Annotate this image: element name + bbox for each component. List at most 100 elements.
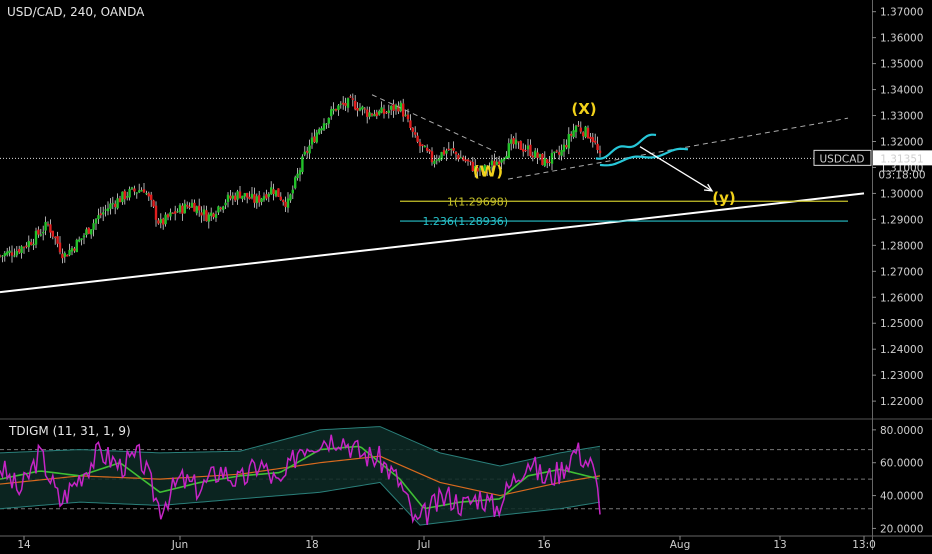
candle-body (392, 104, 395, 111)
candle-body (351, 98, 354, 100)
candle-body (430, 151, 434, 163)
candle-body (315, 132, 318, 143)
candle-body (22, 246, 26, 248)
candle-body (27, 241, 30, 248)
candle-body (106, 208, 110, 212)
candle-body (291, 189, 294, 194)
candle-body (219, 207, 222, 210)
candle-body (0, 255, 2, 257)
candle-body (236, 191, 239, 200)
candle-body (140, 190, 143, 192)
candle-body (99, 213, 102, 216)
candle-body (296, 173, 299, 179)
price-tick-label: 1.34000 (880, 85, 923, 97)
candle-body (8, 250, 11, 253)
time-tick-label: Jul (417, 539, 431, 550)
candle-body (368, 112, 371, 117)
candle-body (176, 211, 179, 213)
candle-body (75, 239, 78, 253)
candle-body (330, 109, 333, 117)
candle-body (454, 151, 458, 155)
candle-body (70, 248, 74, 252)
time-tick-label: Aug (670, 539, 691, 550)
candle-body (6, 251, 9, 255)
candle-body (548, 161, 551, 163)
candle-body (90, 229, 93, 235)
chart-root[interactable]: 1(1.29698) 1.236(1.28936) (W) (X) (y) 1.3700… (0, 0, 932, 551)
candle-body (332, 108, 335, 111)
candle-body (538, 154, 542, 157)
price-tick-label: 1.36000 (880, 33, 923, 45)
candle-body (190, 202, 194, 208)
osc-tick-label: 60.0000 (880, 458, 923, 470)
candle-body (344, 103, 347, 106)
candle-body (56, 236, 59, 244)
candle-body (109, 203, 112, 209)
candle-body (94, 219, 98, 224)
candle-body (166, 214, 170, 218)
candle-body (334, 108, 338, 111)
candle-body (272, 189, 275, 195)
candle-body (205, 210, 208, 222)
candle-body (596, 143, 599, 151)
candle-body (428, 149, 431, 152)
candle-body (418, 142, 422, 147)
price-chart-svg[interactable]: 1(1.29698) 1.236(1.28936) (W) (X) (y) 1.3700… (0, 0, 932, 551)
candle-body (234, 195, 237, 201)
candle-body (111, 203, 114, 205)
candle-body (44, 221, 47, 231)
candle-body (536, 152, 539, 159)
candle-body (322, 123, 326, 130)
candle-body (358, 108, 362, 111)
price-tick-label: 1.32000 (880, 136, 923, 148)
candle-body (385, 112, 388, 114)
candle-body (130, 187, 134, 189)
candle-body (126, 196, 129, 198)
candle-body (373, 114, 376, 117)
candle-body (594, 140, 597, 143)
candle-body (543, 158, 546, 166)
candle-body (10, 252, 14, 256)
candle-body (162, 218, 165, 225)
candle-body (469, 160, 472, 162)
symbol-tag-text: USDCAD (819, 153, 864, 165)
candle-body (310, 137, 314, 145)
candle-body (562, 144, 566, 152)
candle-body (421, 144, 424, 147)
candle-body (224, 202, 227, 206)
candle-body (193, 202, 196, 212)
candle-body (195, 206, 198, 214)
candle-body (200, 212, 203, 216)
candle-body (349, 96, 352, 98)
candle-body (226, 194, 230, 202)
candle-body (598, 150, 602, 154)
candle-body (445, 150, 448, 154)
candle-body (25, 245, 28, 247)
candle-body (318, 129, 321, 134)
candle-body (66, 254, 69, 257)
candle-body (157, 220, 160, 224)
candle-body (63, 253, 66, 257)
time-tick-label: 16 (537, 539, 551, 550)
candle-body (526, 145, 530, 150)
support-trendline (0, 192, 865, 294)
candle-body (30, 242, 33, 245)
candle-body (262, 196, 266, 201)
candle-body (570, 133, 573, 136)
candle-body (15, 250, 18, 256)
candle-body (260, 198, 263, 202)
candle-body (178, 205, 182, 213)
time-tick-label: Jun (171, 539, 188, 550)
candle-body (169, 212, 172, 217)
candle-body (433, 160, 436, 164)
candle-body (20, 246, 23, 253)
flag-upper-line (595, 133, 657, 160)
candle-body (279, 196, 282, 200)
candle-body (382, 108, 386, 114)
candle-body (49, 224, 52, 233)
candle-body (128, 189, 131, 198)
candle-body (231, 195, 234, 199)
candle-body (442, 150, 446, 155)
candle-body (133, 188, 136, 192)
candle-body (464, 159, 467, 162)
